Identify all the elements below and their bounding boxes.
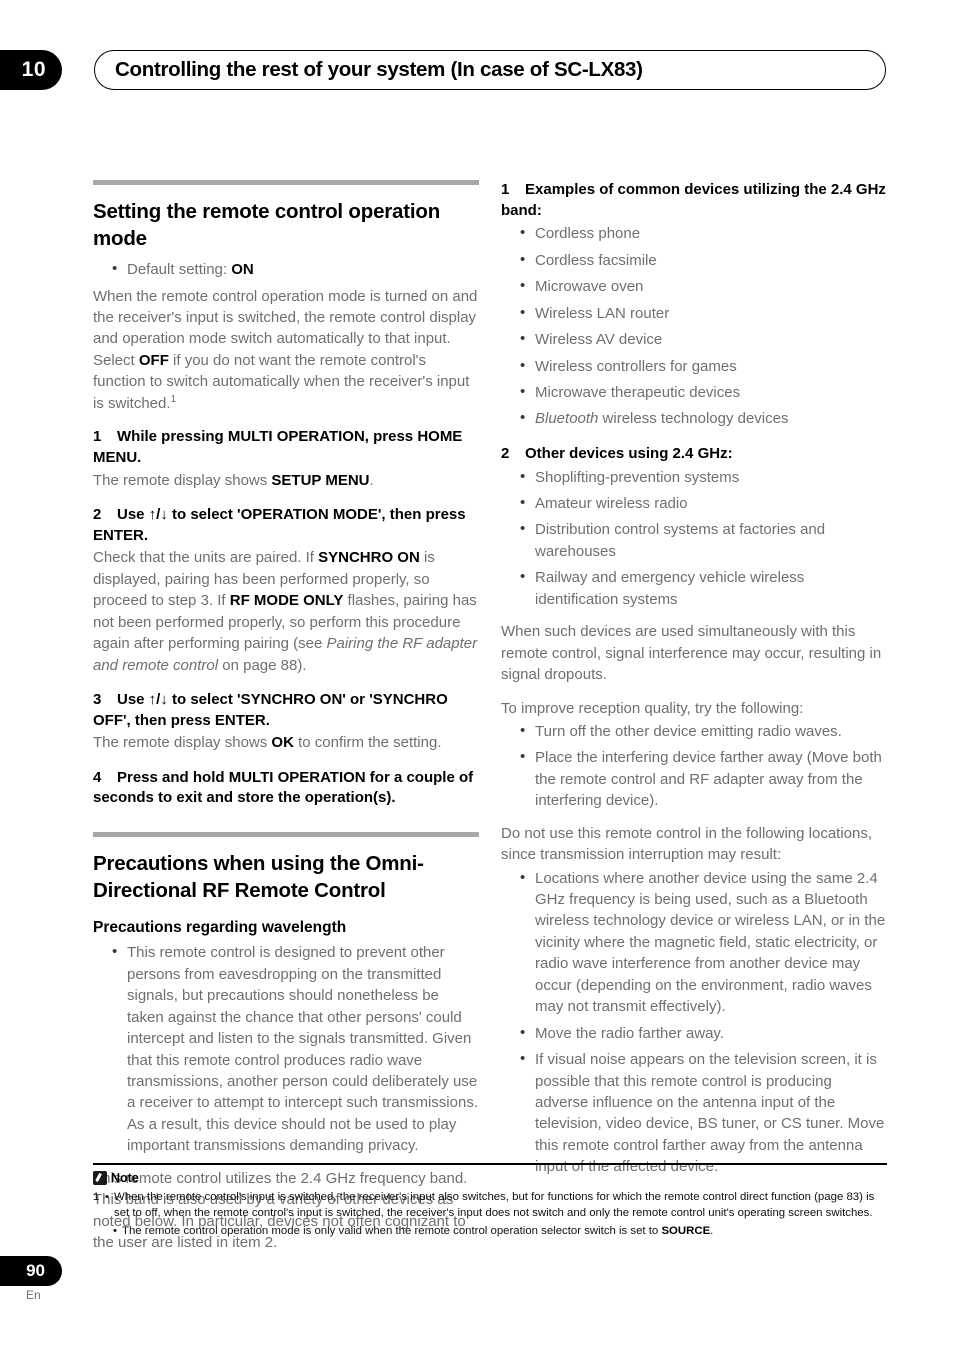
step-2-text-1: Check that the units are paired. If	[93, 549, 319, 567]
footnote-bold-source: SOURCE	[661, 1224, 711, 1237]
page-header: 10 Controlling the rest of your system (…	[0, 50, 954, 92]
avoid-locations-paragraph: Do not use this remote control in the fo…	[501, 824, 873, 864]
step-3-title: 3 Use ↑/↓ to select 'SYNCHRO ON' or 'SYNC…	[93, 690, 479, 731]
improve-reception-paragraph: To improve reception quality, try the fo…	[501, 699, 804, 717]
default-setting-list: Default setting: ON	[93, 258, 479, 280]
list-number: 1	[501, 181, 510, 198]
list-item: Wireless LAN router	[520, 302, 887, 324]
interference-paragraph: When such devices are used simultaneousl…	[501, 623, 882, 684]
avoid-locations-list: Locations where another device using the…	[501, 867, 887, 1178]
step-3-text-2: to confirm the setting.	[293, 734, 442, 752]
page-title: Controlling the rest of your system (In …	[115, 58, 643, 81]
step-number: 4	[93, 768, 102, 786]
step-3-body: The remote display shows OK to confirm t…	[93, 732, 479, 753]
footnote-item-2: • The remote control operation mode is o…	[93, 1223, 887, 1240]
page-number-badge: 90	[0, 1256, 62, 1286]
list-item: Move the radio farther away.	[520, 1022, 887, 1044]
footnote-spacer	[93, 1223, 113, 1240]
list-item: Turn off the other device emitting radio…	[520, 720, 887, 742]
section-rule	[93, 832, 479, 838]
bluetooth-italic: Bluetooth	[535, 410, 599, 428]
step-title-text: Use ↑/↓ to select 'OPERATION MODE', then…	[93, 505, 466, 544]
list-item: Cordless facsimile	[520, 249, 887, 271]
default-setting-label: Default setting:	[127, 261, 232, 279]
other-devices-list: Shoplifting-prevention systems Amateur w…	[501, 466, 887, 611]
list-1-title: 1 Examples of common devices utilizing th…	[501, 180, 887, 221]
chapter-number: 10	[21, 58, 46, 81]
step-2-body: Check that the units are paired. If SYNC…	[93, 547, 479, 676]
step-3-bold: OK	[271, 734, 294, 752]
list-item: Microwave therapeutic devices	[520, 381, 887, 403]
footnote-section: Note 1 • When the remote control's input…	[93, 1163, 887, 1240]
list-item: This remote control is designed to preve…	[112, 941, 479, 1156]
header-title-pill: Controlling the rest of your system (In …	[94, 50, 886, 90]
section-heading-precautions: Precautions when using the Omni-Directio…	[93, 852, 424, 903]
footnote-bullet-icon: •	[105, 1190, 109, 1203]
wavelength-bullet-list: This remote control is designed to preve…	[93, 941, 479, 1156]
list-title-text: Other devices using 2.4 GHz:	[525, 444, 733, 462]
list-item: Cordless phone	[520, 222, 887, 244]
list-number: 2	[501, 444, 510, 462]
footnote-text: When the remote control's input is switc…	[114, 1190, 875, 1220]
step-1-bold: SETUP MENU	[271, 471, 370, 489]
bluetooth-rest: wireless technology devices	[598, 410, 789, 428]
section-heading-operation-mode: Setting the remote control operation mod…	[93, 200, 441, 251]
footnote-number: 1	[93, 1190, 100, 1203]
step-1-text-1: The remote display shows	[93, 471, 272, 489]
improve-reception-list: Turn off the other device emitting radio…	[501, 720, 887, 812]
list-item: Amateur wireless radio	[520, 492, 887, 514]
step-title-text: Use ↑/↓ to select 'SYNCHRO ON' or 'SYNCH…	[93, 690, 448, 729]
list-item: If visual noise appears on the televisio…	[520, 1048, 887, 1178]
step-1-text-2: .	[369, 471, 374, 489]
intro-bold-off: OFF	[138, 351, 169, 369]
footnote-text-1: The remote control operation mode is onl…	[122, 1224, 662, 1237]
footnote-item-1: 1 • When the remote control's input is s…	[93, 1189, 887, 1222]
list-item: Shoplifting-prevention systems	[520, 466, 887, 488]
footnote-text-2: .	[710, 1224, 714, 1237]
intro-paragraph: When the remote control operation mode i…	[93, 286, 479, 415]
list-item: Default setting: ON	[112, 258, 479, 280]
footnote-marker: 1	[170, 393, 177, 405]
step-2-bold-2: RF MODE ONLY	[229, 592, 344, 610]
step-number: 3	[93, 690, 102, 708]
step-2-bold-1: SYNCHRO ON	[318, 549, 420, 567]
subheading-wavelength: Precautions regarding wavelength	[93, 919, 347, 937]
step-number: 2	[93, 505, 102, 523]
list-item: Locations where another device using the…	[520, 867, 887, 1018]
right-column: 1 Examples of common devices utilizing th…	[501, 180, 887, 1189]
step-title-text: While pressing MULTI OPERATION, press HO…	[93, 428, 463, 466]
list-item: Distribution control systems at factorie…	[520, 518, 887, 562]
footnote-bullet-icon: •	[113, 1224, 117, 1237]
list-item: Wireless controllers for games	[520, 355, 887, 377]
step-3-text-1: The remote display shows	[93, 734, 272, 752]
step-2-text-4: on page 88).	[218, 656, 307, 674]
footnote-divider	[93, 1163, 887, 1165]
list-item: Bluetooth wireless technology devices	[520, 407, 887, 429]
section-rule	[93, 180, 479, 185]
chapter-number-badge: 10	[0, 50, 62, 90]
left-column: Setting the remote control operation mod…	[93, 180, 479, 1266]
step-1-title: 1 While pressing MULTI OPERATION, press H…	[93, 427, 479, 468]
note-label: Note	[111, 1170, 139, 1185]
pencil-note-icon	[93, 1170, 107, 1185]
devices-24ghz-list: Cordless phone Cordless facsimile Microw…	[501, 222, 887, 430]
list-item: Microwave oven	[520, 275, 887, 297]
note-header: Note	[93, 1170, 887, 1185]
step-number: 1	[93, 428, 102, 446]
page-number: 90	[26, 1261, 45, 1280]
step-1-body: The remote display shows SETUP MENU.	[93, 470, 479, 491]
list-item: Wireless AV device	[520, 328, 887, 350]
list-2-title: 2 Other devices using 2.4 GHz:	[501, 444, 887, 465]
step-4-title: 4 Press and hold MULTI OPERATION for a co…	[93, 768, 479, 809]
page-language: En	[26, 1288, 41, 1302]
footnote-text: The remote control operation mode is onl…	[122, 1223, 887, 1240]
list-title-text: Examples of common devices utilizing the…	[501, 181, 886, 219]
step-title-text: Press and hold MULTI OPERATION for a cou…	[93, 768, 474, 807]
default-setting-value: ON	[231, 261, 254, 279]
list-item: Place the interfering device farther awa…	[520, 746, 887, 811]
list-item: Railway and emergency vehicle wireless i…	[520, 566, 887, 610]
step-2-title: 2 Use ↑/↓ to select 'OPERATION MODE', the…	[93, 505, 479, 546]
